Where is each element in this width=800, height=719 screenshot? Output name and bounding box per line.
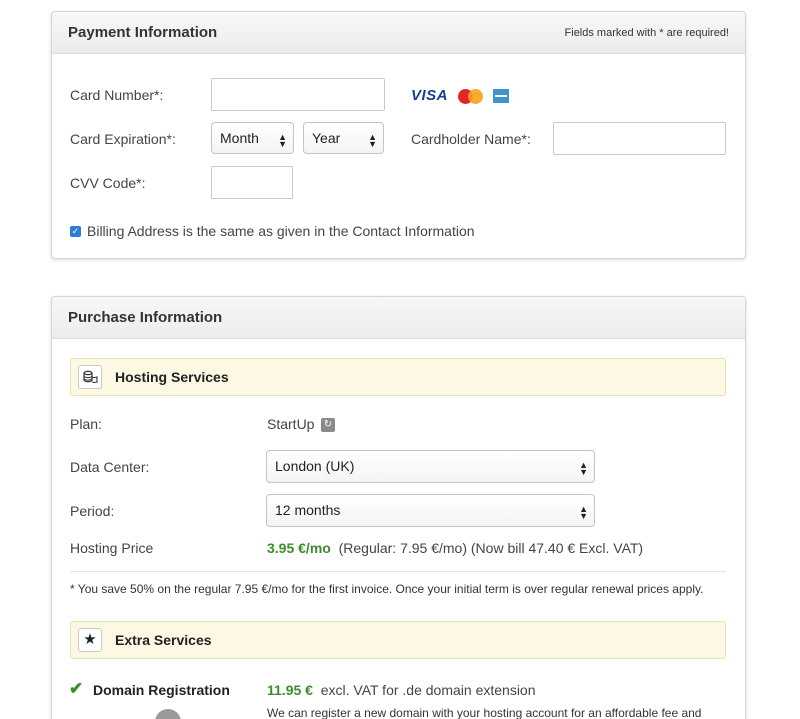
month-select-value: Month: [220, 130, 259, 146]
payment-title: Payment Information: [68, 24, 218, 41]
billing-same-label[interactable]: Billing Address is the same as given in …: [87, 223, 475, 239]
datacenter-select[interactable]: London (UK) ▲ ▼: [266, 450, 595, 483]
datacenter-select-value: London (UK): [275, 458, 355, 474]
year-select-value: Year: [312, 130, 341, 146]
star-icon: ★: [78, 628, 102, 652]
extra-section-title: Extra Services: [115, 632, 212, 648]
cvv-label: CVV Code*:: [70, 175, 146, 191]
hosting-price-label: Hosting Price: [70, 540, 154, 556]
year-select[interactable]: Year ▲ ▼: [303, 122, 384, 154]
plan-value: StartUp: [267, 416, 315, 432]
cvv-input[interactable]: [211, 166, 293, 199]
purchase-title: Purchase Information: [68, 309, 223, 326]
coins-icon: [78, 365, 102, 389]
cardholder-input[interactable]: [553, 122, 726, 155]
domain-price-value: 11.95 €: [267, 682, 313, 698]
change-plan-icon[interactable]: ↻: [321, 418, 335, 432]
plan-label: Plan:: [70, 416, 102, 432]
datacenter-label: Data Center:: [70, 459, 150, 475]
payment-panel-header: Payment Information Fields marked with *…: [52, 12, 745, 54]
amex-icon: [493, 89, 509, 103]
period-label: Period:: [70, 503, 115, 519]
hosting-price-detail: (Regular: 7.95 €/mo) (Now bill 47.40 € E…: [338, 540, 644, 556]
cardholder-label: Cardholder Name*:: [411, 131, 531, 147]
savings-note: * You save 50% on the regular 7.95 €/mo …: [70, 582, 704, 596]
card-number-input[interactable]: [211, 78, 385, 111]
visa-icon: VISA: [411, 87, 449, 104]
domain-price: 11.95 € excl. VAT for .de domain extensi…: [267, 682, 536, 698]
period-select-value: 12 months: [275, 502, 341, 518]
expiration-label: Card Expiration*:: [70, 131, 176, 147]
domain-price-detail: excl. VAT for .de domain extension: [320, 682, 536, 698]
domain-check-icon: ✔: [69, 679, 84, 698]
hosting-price-value: 3.95 €/mo: [267, 540, 331, 556]
required-note: Fields marked with * are required!: [564, 27, 729, 39]
domain-registration-label[interactable]: Domain Registration: [93, 682, 230, 698]
billing-same-checkbox[interactable]: ✓: [70, 226, 81, 237]
month-select[interactable]: Month ▲ ▼: [211, 122, 294, 154]
domain-description: We can register a new domain with your h…: [267, 706, 702, 719]
mastercard-icon: [458, 89, 484, 104]
card-number-label: Card Number*:: [70, 87, 164, 103]
divider: [70, 571, 726, 572]
period-select[interactable]: 12 months ▲ ▼: [266, 494, 595, 527]
purchase-panel-header: Purchase Information: [52, 297, 745, 339]
hosting-price: 3.95 €/mo (Regular: 7.95 €/mo) (Now bill…: [267, 540, 643, 556]
extra-section-bar: ★ Extra Services: [70, 621, 726, 659]
hosting-section-title: Hosting Services: [115, 369, 229, 385]
hosting-section-bar: Hosting Services: [70, 358, 726, 396]
